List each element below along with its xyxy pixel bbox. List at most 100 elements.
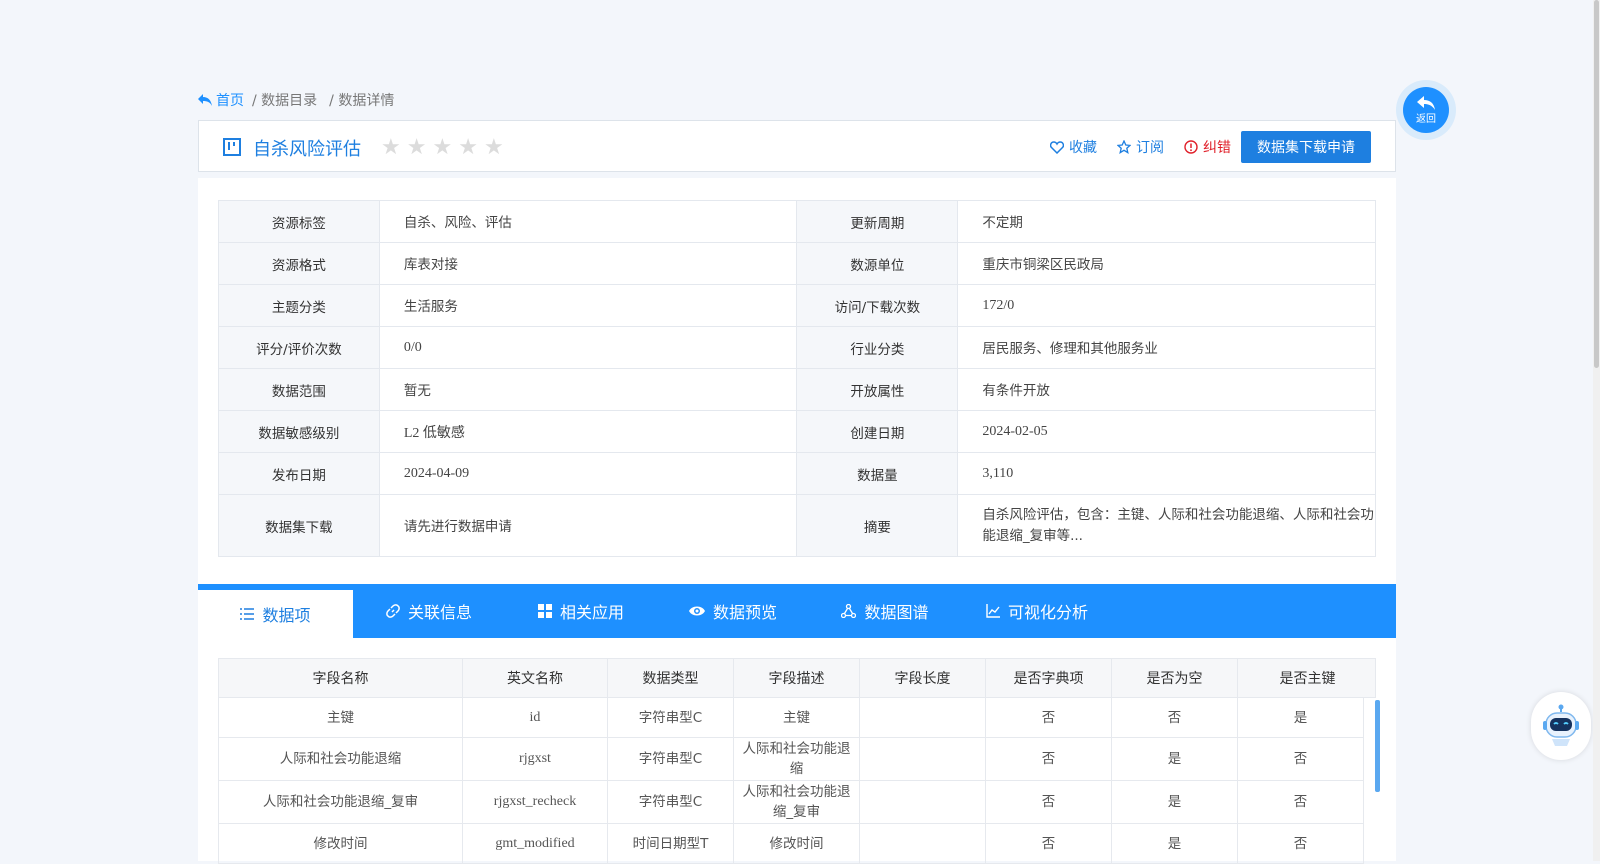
table-cell: 否 [1112,698,1238,737]
info-label: 数源单位 [796,242,959,285]
info-label: 行业分类 [796,326,959,369]
table-row: 人际和社会功能退缩_复审 rjgxst_recheck 字符串型C 人际和社会功… [218,781,1364,824]
table-cell: 字符串型C [608,781,734,823]
alert-icon [1184,140,1198,154]
table-row: 人际和社会功能退缩 rjgxst 字符串型C 人际和社会功能退缩 否 是 否 [218,738,1364,781]
column-header: 是否字典项 [986,659,1112,697]
tab-related-apps[interactable]: 相关应用 [505,584,657,638]
table-cell: 否 [1238,824,1364,863]
grid-icon [537,604,552,618]
reply-icon [198,94,212,106]
table-cell: 字符串型C [608,698,734,737]
column-header: 英文名称 [463,659,608,697]
page-scrollbar[interactable] [1593,0,1600,861]
info-value: 2024-04-09 [378,452,798,495]
info-value: 自杀、风险、评估 [378,200,798,243]
info-label: 创建日期 [796,410,959,453]
table-cell: 主键 [734,698,860,737]
table-cell: 人际和社会功能退缩_复审 [734,781,860,823]
info-label: 资源标签 [218,200,380,243]
star-icon[interactable]: ★ [381,136,401,158]
rating-stars[interactable]: ★ ★ ★ ★ ★ [381,136,504,158]
table-cell [860,824,986,863]
info-label: 发布日期 [218,452,380,495]
table-row: 主键 id 字符串型C 主键 否 否 是 [218,698,1364,738]
tab-visual-analysis[interactable]: 可视化分析 [961,584,1113,638]
eye-icon [688,606,705,616]
tab-bar: 数据项 关联信息 相关应用 数据预览 数据图谱 可视化分析 [198,584,1396,638]
table-cell: 是 [1112,738,1238,780]
tab-related-info[interactable]: 关联信息 [353,584,505,638]
info-label: 主题分类 [218,284,380,327]
tab-data-items[interactable]: 数据项 [198,584,353,638]
star-icon[interactable]: ★ [458,136,478,158]
correct-button[interactable]: 纠错 [1184,137,1231,157]
tab-data-preview[interactable]: 数据预览 [657,584,809,638]
table-cell: gmt_modified [463,824,608,863]
column-header: 数据类型 [608,659,734,697]
star-icon[interactable]: ★ [484,136,504,158]
table-cell [860,698,986,737]
table-cell: 修改时间 [219,824,463,863]
column-header: 是否为空 [1112,659,1238,697]
star-icon[interactable]: ★ [432,136,452,158]
info-value: 重庆市铜梁区民政局 [957,242,1376,285]
breadcrumb-detail: / 数据详情 [329,93,395,109]
title-card: 自杀风险评估 ★ ★ ★ ★ ★ 收藏 订阅 纠错 数据集下载申请 [198,120,1396,172]
fields-table: 字段名称 英文名称 数据类型 字段描述 字段长度 是否字典项 是否为空 是否主键… [218,658,1376,864]
link-icon [386,604,400,618]
table-scrollbar[interactable] [1375,700,1380,792]
info-label: 数据范围 [218,368,380,411]
info-value: L2 低敏感 [378,410,798,453]
breadcrumb-home-link[interactable]: 首页 [198,90,244,110]
info-value: 0/0 [378,326,798,369]
table-cell: 字符串型C [608,738,734,780]
column-header: 是否主键 [1279,671,1336,687]
line-chart-icon [986,604,1000,618]
info-value: 居民服务、修理和其他服务业 [957,326,1376,369]
table-cell [860,738,986,780]
table-cell: rjgxst [463,738,608,780]
star-outline-icon [1117,140,1131,154]
info-value: 有条件开放 [957,368,1376,411]
info-label: 数据集下载 [218,494,380,557]
info-value: 请先进行数据申请 [378,494,798,557]
table-cell: rjgxst_recheck [463,781,608,823]
table-cell [860,781,986,823]
table-cell: 人际和社会功能退缩 [734,738,860,780]
info-row: 评分/评价次数 0/0 行业分类 居民服务、修理和其他服务业 [218,326,1376,369]
info-value: 生活服务 [378,284,798,327]
apply-download-button[interactable]: 数据集下载申请 [1241,131,1371,163]
info-value: 暂无 [378,368,798,411]
favorite-button[interactable]: 收藏 [1050,137,1097,157]
star-icon[interactable]: ★ [407,136,427,158]
info-row: 主题分类 生活服务 访问/下载次数 172/0 [218,284,1376,327]
table-cell: 否 [986,824,1112,863]
main-panel: 资源标签 自杀、风险、评估 更新周期 不定期 资源格式 库表对接 数源单位 重庆… [198,178,1396,864]
board-icon [223,138,241,156]
table-cell: id [463,698,608,737]
info-value: 2024-02-05 [957,410,1376,453]
info-row: 资源格式 库表对接 数源单位 重庆市铜梁区民政局 [218,242,1376,285]
info-label: 评分/评价次数 [218,326,380,369]
page-scrollbar-thumb[interactable] [1594,0,1599,368]
info-row: 数据范围 暂无 开放属性 有条件开放 [218,368,1376,411]
table-cell: 人际和社会功能退缩_复审 [219,781,463,823]
graph-icon [841,604,857,618]
back-button[interactable]: 返回 [1396,80,1456,140]
info-label: 开放属性 [796,368,959,411]
info-value: 3,110 [957,452,1376,495]
tab-data-graph[interactable]: 数据图谱 [809,584,961,638]
column-header: 字段描述 [734,659,860,697]
info-label: 更新周期 [796,200,959,243]
info-row: 数据集下载 请先进行数据申请 摘要 自杀风险评估，包含：主键、人际和社会功能退缩… [218,494,1376,557]
chatbot-button[interactable] [1531,692,1591,760]
info-row: 资源标签 自杀、风险、评估 更新周期 不定期 [218,200,1376,243]
subscribe-button[interactable]: 订阅 [1117,137,1164,157]
table-cell: 人际和社会功能退缩 [219,738,463,780]
info-label: 数据量 [796,452,959,495]
table-cell: 否 [986,781,1112,823]
robot-icon [1543,704,1579,746]
breadcrumb-catalog[interactable]: / 数据目录 [252,90,317,110]
info-label: 访问/下载次数 [796,284,959,327]
